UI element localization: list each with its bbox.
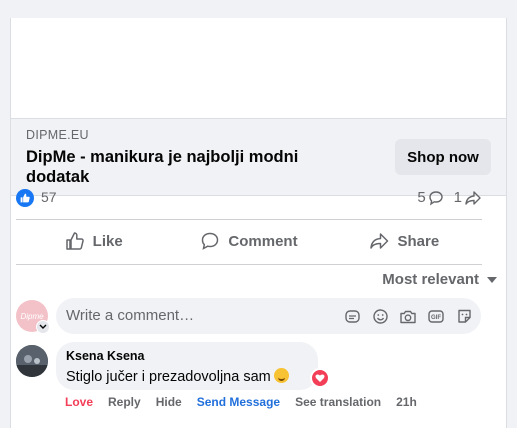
share-button[interactable]: Share — [327, 221, 482, 261]
comment-icon — [428, 190, 443, 206]
composer-icons: GIF — [335, 305, 475, 327]
share-arrow-icon — [370, 233, 389, 249]
like-label: Like — [92, 232, 123, 250]
share-count: 1 — [453, 189, 462, 206]
comment-input[interactable]: Write a comment… GIF — [56, 298, 481, 334]
thumbs-up-icon — [65, 232, 84, 250]
love-link[interactable]: Love — [65, 395, 93, 409]
svg-text:GIF: GIF — [431, 315, 441, 321]
speech-bubble-icon — [202, 232, 219, 250]
comment-actions: Love Reply Hide Send Message See transla… — [65, 395, 432, 409]
shop-now-button[interactable]: Shop now — [395, 139, 491, 175]
avatar-text: Dipme — [20, 311, 44, 321]
share-count-group[interactable]: 1 — [454, 189, 482, 206]
comment-count: 5 — [417, 189, 426, 206]
heart-icon[interactable] — [310, 368, 330, 388]
send-message-link[interactable]: Send Message — [197, 395, 280, 409]
comment-count-group[interactable]: 5 — [417, 189, 443, 206]
avatar[interactable] — [16, 345, 48, 377]
comment-author[interactable]: Ksena Ksena — [66, 349, 145, 363]
comment-text: Stiglo jučer i prezadovoljna sam — [66, 368, 289, 385]
comment-placeholder: Write a comment… — [66, 307, 195, 324]
ad-link-preview[interactable]: DIPME.EU DipMe - manikura je najbolji mo… — [11, 118, 506, 196]
stat-right: 5 1 — [407, 189, 482, 206]
like-button[interactable]: Like — [16, 221, 171, 261]
post-actions: Like Comment Share — [16, 221, 482, 261]
like-count[interactable]: 57 — [41, 189, 57, 205]
hide-link[interactable]: Hide — [156, 395, 182, 409]
ad-media[interactable] — [11, 18, 506, 118]
camera-icon[interactable] — [397, 305, 419, 327]
comment-bubble: Ksena Ksena Stiglo jučer i prezadovoljna… — [56, 342, 318, 390]
sort-label: Most relevant — [382, 271, 479, 288]
chevron-down-icon — [487, 276, 497, 283]
divider — [16, 219, 482, 220]
avatar-sticker-icon[interactable] — [453, 305, 475, 327]
share-icon — [465, 190, 481, 205]
gif-icon[interactable]: GIF — [425, 305, 447, 327]
sort-dropdown[interactable]: Most relevant — [382, 271, 497, 288]
post-stats: 57 5 1 — [16, 186, 482, 210]
ad-domain: DIPME.EU — [26, 128, 89, 142]
sticker-icon[interactable] — [341, 305, 363, 327]
emoji-icon[interactable] — [369, 305, 391, 327]
ad-title[interactable]: DipMe - manikura je najbolji modni dodat… — [26, 147, 326, 187]
comment-label: Comment — [228, 232, 298, 250]
like-badge-icon[interactable] — [16, 189, 34, 207]
divider — [16, 264, 482, 265]
smile-emoji-icon — [273, 368, 289, 383]
chevron-down-icon[interactable] — [36, 320, 50, 334]
comment-body: Stiglo jučer i prezadovoljna sam — [66, 369, 271, 385]
comment-timestamp[interactable]: 21h — [396, 395, 417, 409]
comment-button[interactable]: Comment — [171, 221, 326, 261]
reply-link[interactable]: Reply — [108, 395, 141, 409]
see-translation-link[interactable]: See translation — [295, 395, 381, 409]
share-label: Share — [397, 232, 440, 250]
